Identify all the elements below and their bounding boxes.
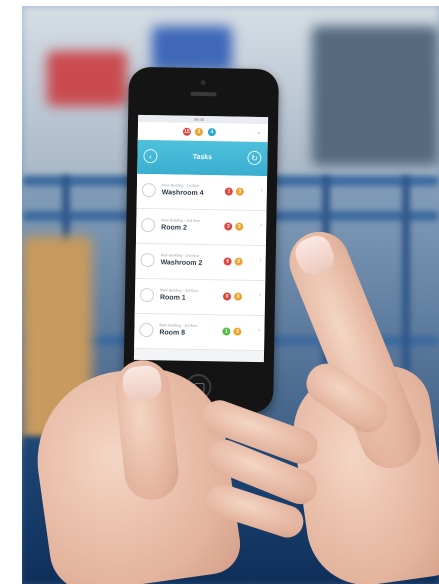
- count-badge-orange: 0: [234, 257, 243, 266]
- count-badge-orange: 3: [233, 327, 242, 336]
- fingernail: [291, 231, 338, 279]
- refresh-icon[interactable]: ↻: [247, 150, 262, 166]
- task-location: Main Building - 3rd floor: [160, 288, 199, 293]
- photo-scene: 09:45 15 3 4 ⌄ ‹ Tasks ↻ Main Building -…: [0, 0, 439, 584]
- thumbnail: [121, 364, 163, 403]
- task-title: Washroom 4: [161, 189, 204, 198]
- task-row[interactable]: Main Building - 3rd floor Room 8 1 3 ›: [134, 313, 265, 352]
- blurred-blue-item: [152, 26, 232, 71]
- task-checkbox[interactable]: [139, 287, 155, 303]
- alert-badge-red[interactable]: 15: [182, 127, 191, 136]
- task-row[interactable]: Main Building - 3rd floor Room 1 0 3 ›: [134, 278, 266, 317]
- task-checkbox[interactable]: [141, 217, 156, 233]
- count-badge-red: 6: [223, 257, 232, 266]
- task-location: Main Building - 2nd floor: [161, 218, 201, 223]
- count-badge-orange: 3: [233, 292, 243, 301]
- chevron-right-icon: ›: [259, 257, 262, 265]
- chevron-right-icon: ›: [258, 327, 261, 335]
- task-location: Main Building - 1st floor: [161, 183, 200, 188]
- task-location: Main Building - 3rd floor: [159, 323, 198, 328]
- task-title: Room 1: [159, 294, 186, 302]
- nav-bar: ‹ Tasks ↻: [137, 139, 268, 177]
- phone-screen: 09:45 15 3 4 ⌄ ‹ Tasks ↻ Main Building -…: [133, 114, 269, 363]
- alert-badge-blue[interactable]: 4: [207, 128, 216, 137]
- task-checkbox[interactable]: [140, 252, 155, 268]
- chevron-right-icon: ›: [258, 292, 262, 300]
- task-location: Main Building - 2nd floor: [160, 253, 200, 258]
- task-row[interactable]: Main Building - 1st floor Washroom 4 1 3…: [136, 173, 268, 212]
- task-list: Main Building - 1st floor Washroom 4 1 3…: [134, 173, 268, 352]
- task-row[interactable]: Main Building - 2nd floor Room 2 3 3 ›: [135, 208, 267, 247]
- count-badge-green: 1: [222, 327, 231, 336]
- task-title: Room 2: [161, 224, 187, 232]
- chevron-right-icon: ›: [260, 187, 263, 195]
- chevron-down-icon[interactable]: ⌄: [256, 128, 262, 136]
- blurred-red-item: [47, 51, 127, 106]
- alert-badge-orange[interactable]: 3: [194, 127, 203, 137]
- task-row[interactable]: Main Building - 2nd floor Washroom 2 6 0…: [135, 243, 266, 282]
- front-camera-icon: [200, 79, 206, 86]
- count-badge-red: 0: [222, 292, 232, 301]
- chevron-right-icon: ›: [259, 222, 263, 230]
- count-badge-orange: 3: [235, 222, 244, 231]
- task-checkbox[interactable]: [139, 322, 154, 338]
- count-badge-red: 1: [224, 187, 233, 196]
- blurred-dark-shelf: [312, 26, 439, 166]
- status-time: 09:45: [194, 116, 205, 123]
- task-checkbox[interactable]: [141, 182, 156, 198]
- task-title: Room 8: [159, 329, 186, 337]
- speaker-grille: [190, 91, 217, 97]
- count-badge-orange: 3: [235, 187, 244, 196]
- count-badge-red: 3: [224, 222, 233, 231]
- task-title: Washroom 2: [160, 259, 203, 268]
